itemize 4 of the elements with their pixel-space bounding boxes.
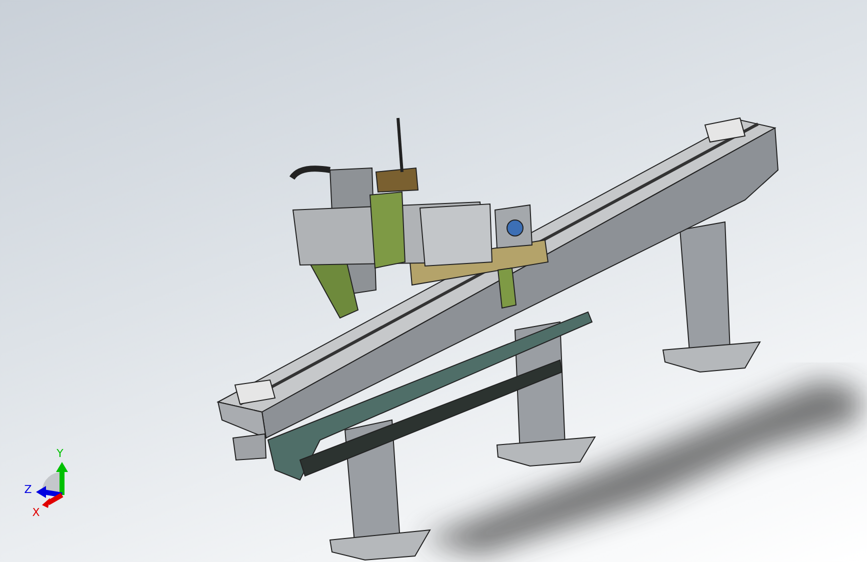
axis-label: Z xyxy=(24,483,32,496)
axis-label: X xyxy=(32,506,40,519)
axis-label: Y xyxy=(56,447,64,460)
axis-triad-icon xyxy=(36,462,68,508)
